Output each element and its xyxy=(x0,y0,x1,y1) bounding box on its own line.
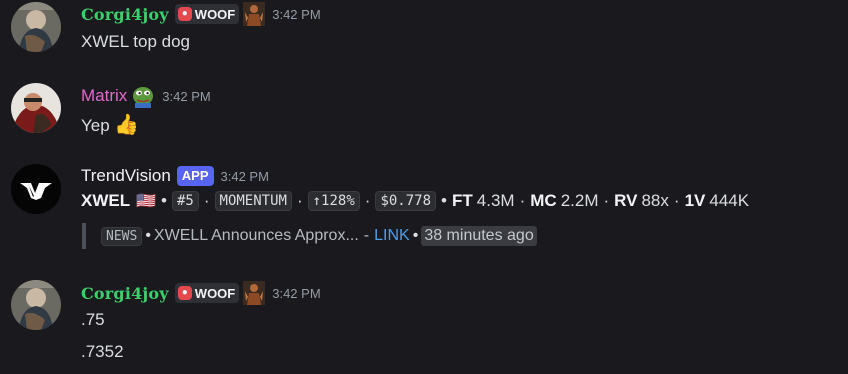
separator: • xyxy=(412,227,419,244)
role-tag-label: WOOF xyxy=(194,6,236,22)
message-header: Corgi4joy ● WOOF 3:42 PM xyxy=(81,281,321,305)
news-tag: NEWS xyxy=(101,226,143,246)
message-text: Yep 👍 xyxy=(81,112,139,137)
separator: • xyxy=(441,191,447,210)
message-text: XWEL top dog xyxy=(81,32,190,51)
avatar-corgi4joy[interactable] xyxy=(11,280,61,330)
news-quote: NEWS • XWELL Announces Approx... - LINK … xyxy=(82,223,537,249)
username[interactable]: Corgi4joy xyxy=(81,284,169,303)
mc-value: 2.2M xyxy=(560,191,599,210)
timestamp: 3:42 PM xyxy=(272,285,321,301)
message-corgi-1: Corgi4joy ● WOOF 3:42 PM XWEL top dog xyxy=(0,0,848,70)
price-code: $0.778 xyxy=(375,191,437,211)
separator: · xyxy=(519,191,526,210)
role-tag-icon: ● xyxy=(177,286,192,300)
news-headline: XWELL Announces Approx... xyxy=(153,227,359,244)
message-header: TrendVision APP 3:42 PM xyxy=(81,165,269,187)
timestamp: 3:42 PM xyxy=(162,88,211,104)
avatar-trendvision[interactable] xyxy=(11,164,61,214)
message-header: Matrix 3:42 PM xyxy=(81,85,211,108)
news-age: 38 minutes ago xyxy=(421,226,537,246)
ticker-summary: XWEL 🇺🇸 • #5 · MOMENTUM · ↑128% · $0.778… xyxy=(81,191,749,211)
timestamp: 3:42 PM xyxy=(220,168,269,184)
avatar-corgi4joy[interactable] xyxy=(11,2,61,52)
role-tag-label: WOOF xyxy=(194,285,236,301)
ft-value: 4.3M xyxy=(476,191,515,210)
v1-value: 444K xyxy=(709,191,750,210)
message-header: Corgi4joy ● WOOF 3:42 PM xyxy=(81,2,321,26)
rank-code: #5 xyxy=(171,191,199,211)
news-link[interactable]: LINK xyxy=(374,227,410,245)
rv-value: 88x xyxy=(641,191,669,210)
username[interactable]: TrendVision xyxy=(81,166,171,186)
separator: - xyxy=(363,227,370,244)
change-code: ↑128% xyxy=(307,191,360,211)
separator: · xyxy=(203,191,210,210)
us-flag-icon: 🇺🇸 xyxy=(136,193,157,210)
role-tag[interactable]: ● WOOF xyxy=(174,283,240,303)
thumbs-up-icon: 👍 xyxy=(114,114,140,136)
separator: · xyxy=(603,191,610,210)
pepe-icon xyxy=(133,87,154,108)
username[interactable]: Matrix xyxy=(81,86,127,106)
separator: • xyxy=(161,191,167,210)
role-icon xyxy=(243,281,266,305)
ft-label: FT xyxy=(451,191,473,210)
avatar-matrix[interactable] xyxy=(11,83,61,133)
message-text-body: Yep xyxy=(81,116,110,135)
timestamp: 3:42 PM xyxy=(272,6,321,22)
app-badge: APP xyxy=(176,166,214,186)
message-text: .7352 xyxy=(81,342,124,361)
message-corgi-2: Corgi4joy ● WOOF 3:42 PM .75 .7352 xyxy=(0,278,848,374)
role-icon xyxy=(243,2,266,26)
mc-label: MC xyxy=(530,191,557,210)
separator: • xyxy=(145,227,151,244)
ticker-symbol: XWEL xyxy=(81,191,131,210)
separator: · xyxy=(673,191,680,210)
role-tag-icon: ● xyxy=(177,7,192,21)
role-tag[interactable]: ● WOOF xyxy=(174,4,240,24)
message-matrix: Matrix 3:42 PM Yep 👍 xyxy=(0,80,848,150)
v1-label: 1V xyxy=(684,191,706,210)
separator: · xyxy=(364,191,371,210)
message-text: .75 xyxy=(81,310,105,329)
rv-label: RV xyxy=(614,191,638,210)
separator: · xyxy=(296,191,303,210)
signal-code: MOMENTUM xyxy=(214,191,292,211)
username[interactable]: Corgi4joy xyxy=(81,5,169,24)
